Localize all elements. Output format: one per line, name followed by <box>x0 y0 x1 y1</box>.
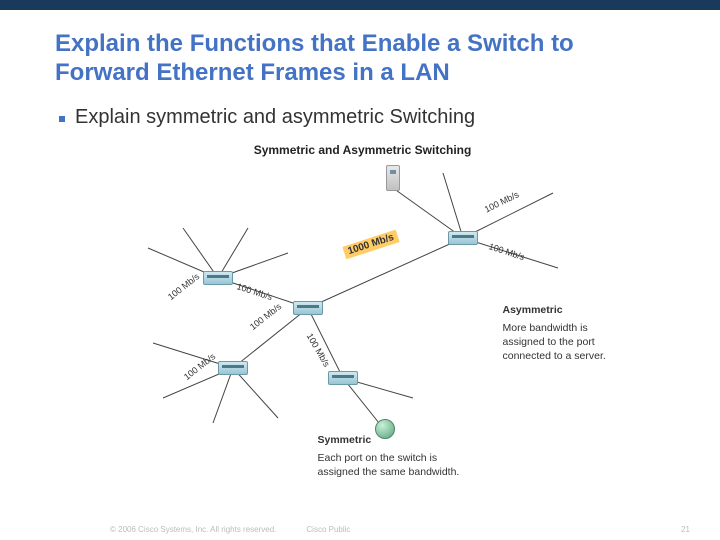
slide-top-bar <box>0 0 720 10</box>
switch-icon <box>328 371 358 385</box>
footer-tag: Cisco Public <box>306 525 350 534</box>
slide-footer: © 2006 Cisco Systems, Inc. All rights re… <box>0 525 720 534</box>
network-diagram: Symmetric and Asymmetric Switching <box>83 143 643 473</box>
switch-icon <box>203 271 233 285</box>
symmetric-caption: Symmetric Each port on the switch is ass… <box>318 433 478 480</box>
workstation-icon <box>405 387 427 407</box>
workstation-icon <box>151 387 173 407</box>
slide-title: Explain the Functions that Enable a Swit… <box>55 30 670 88</box>
symmetric-body: Each port on the switch is assigned the … <box>318 451 478 479</box>
workstation-icon <box>433 157 455 177</box>
workstation-icon <box>545 177 567 197</box>
workstation-icon <box>203 413 225 433</box>
bullet-marker <box>59 116 65 122</box>
switch-icon <box>293 301 323 315</box>
bullet-text: Explain symmetric and asymmetric Switchi… <box>75 106 475 129</box>
asymmetric-heading: Asymmetric <box>503 303 633 317</box>
workstation-icon <box>137 235 159 255</box>
workstation-icon <box>238 213 260 233</box>
server-icon <box>386 165 400 191</box>
switch-icon <box>218 361 248 375</box>
workstation-icon <box>173 213 195 233</box>
workstation-icon <box>551 255 573 275</box>
asymmetric-body: More bandwidth is assigned to the port c… <box>503 321 633 364</box>
workstation-icon <box>269 407 291 427</box>
asymmetric-caption: Asymmetric More bandwidth is assigned to… <box>503 303 633 364</box>
switch-icon <box>448 231 478 245</box>
bullet-item: Explain symmetric and asymmetric Switchi… <box>59 106 670 129</box>
slide-content: Explain the Functions that Enable a Swit… <box>0 10 720 473</box>
footer-copyright: © 2006 Cisco Systems, Inc. All rights re… <box>110 525 276 534</box>
symmetric-heading: Symmetric <box>318 433 478 447</box>
page-number: 21 <box>681 525 690 534</box>
workstation-icon <box>279 239 301 259</box>
workstation-icon <box>141 329 163 349</box>
